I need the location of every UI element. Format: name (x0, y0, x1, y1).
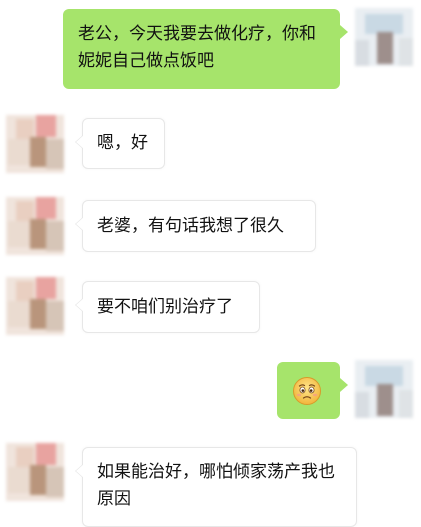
message-text: 如果能治好，哪怕倾家荡产我也原因 (97, 462, 335, 509)
message-bubble-incoming[interactable]: 要不咱们别治疗了 (75, 281, 260, 333)
contact-avatar[interactable] (6, 443, 64, 501)
chat-conversation: 老公，今天我要去做化疗，你和妮妮自己做点饭吧 嗯，好 老婆，有句话我想了很久 要… (0, 0, 421, 527)
contact-avatar[interactable] (6, 115, 64, 173)
message-bubble-incoming[interactable]: 如果能治好，哪怕倾家荡产我也原因 (75, 447, 357, 527)
contact-avatar[interactable] (6, 197, 64, 255)
message-text: 嗯，好 (97, 133, 148, 153)
message-bubble-incoming[interactable]: 老婆，有句话我想了很久 (75, 200, 316, 252)
message-text: 要不咱们别治疗了 (97, 297, 233, 317)
contact-avatar[interactable] (6, 277, 64, 335)
self-avatar[interactable] (355, 8, 413, 66)
message-text: 老婆，有句话我想了很久 (97, 216, 284, 236)
worried-face-icon (292, 376, 322, 415)
message-text: 老公，今天我要去做化疗，你和妮妮自己做点饭吧 (78, 24, 316, 71)
message-bubble-incoming[interactable]: 嗯，好 (75, 118, 165, 169)
self-avatar[interactable] (355, 360, 413, 418)
message-bubble-outgoing[interactable]: 老公，今天我要去做化疗，你和妮妮自己做点饭吧 (63, 9, 348, 89)
message-bubble-outgoing[interactable] (277, 362, 348, 419)
